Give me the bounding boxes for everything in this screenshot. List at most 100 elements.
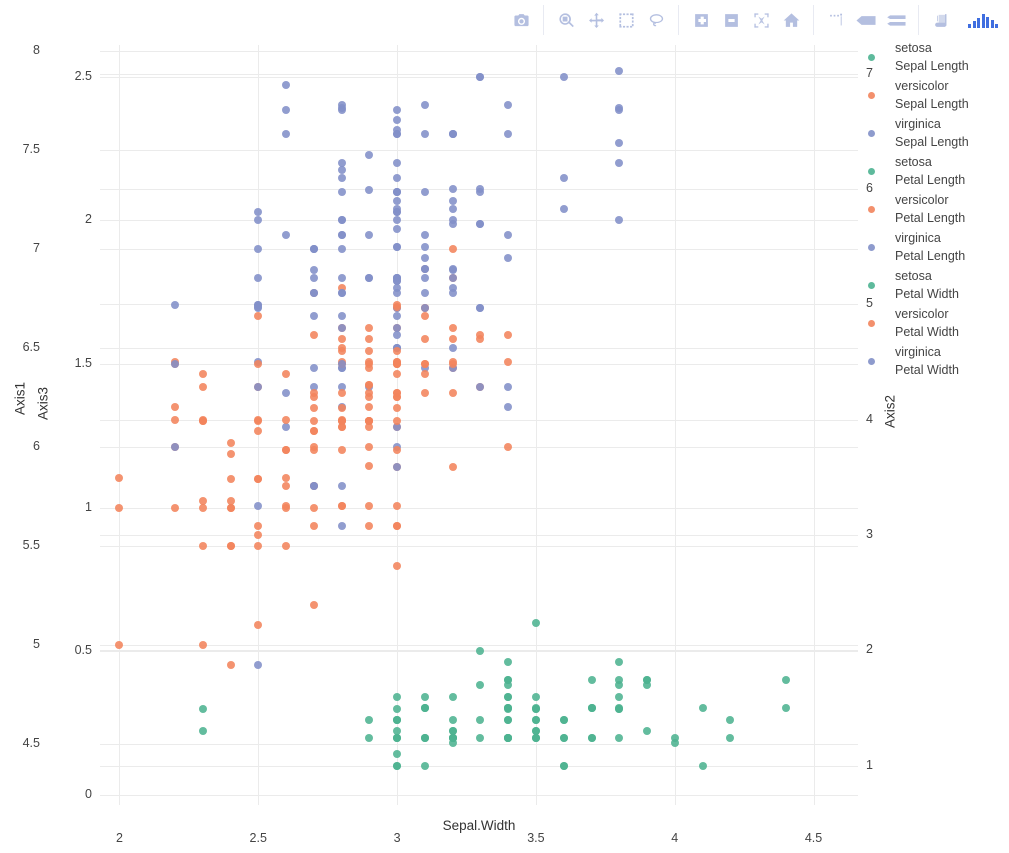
data-point[interactable] [393,446,402,455]
data-point[interactable] [615,66,624,75]
data-point[interactable] [393,130,402,139]
data-point[interactable] [171,442,179,451]
legend-item[interactable]: virginica Sepal Length [868,114,1008,152]
data-point[interactable] [420,254,429,263]
data-point[interactable] [337,521,346,530]
data-point[interactable] [420,101,429,110]
data-point[interactable] [337,417,346,426]
data-point[interactable] [670,733,679,742]
zoom-magnifier-icon[interactable] [551,5,581,35]
data-point[interactable] [393,289,402,297]
data-point[interactable] [282,482,290,491]
data-point[interactable] [282,446,290,455]
data-point[interactable] [393,242,402,251]
data-point[interactable] [420,312,429,320]
data-point[interactable] [448,185,457,194]
data-point[interactable] [309,446,318,455]
data-point[interactable] [420,388,429,397]
data-point[interactable] [643,727,651,736]
data-point[interactable] [615,692,624,701]
data-point[interactable] [226,541,235,550]
data-point[interactable] [282,231,290,240]
data-point[interactable] [337,482,346,491]
data-point[interactable] [393,225,402,234]
plot-canvas[interactable] [100,45,858,805]
data-point[interactable] [309,521,318,530]
data-point[interactable] [282,473,290,482]
data-point[interactable] [337,404,346,413]
data-point[interactable] [115,473,124,482]
data-point[interactable] [476,383,485,392]
data-point[interactable] [254,427,263,436]
data-point[interactable] [282,130,290,139]
data-point[interactable] [587,733,596,742]
data-point[interactable] [337,388,346,397]
data-point[interactable] [171,415,179,424]
data-point[interactable] [448,130,457,139]
data-point[interactable] [337,173,346,182]
data-point[interactable] [559,205,568,214]
data-point[interactable] [198,383,207,392]
legend-item[interactable]: setosa Sepal Length [868,38,1008,76]
data-point[interactable] [587,704,596,713]
data-point[interactable] [365,442,374,451]
data-point[interactable] [504,442,513,451]
data-point[interactable] [254,312,263,320]
data-point[interactable] [393,158,402,167]
data-point[interactable] [226,503,235,512]
data-point[interactable] [309,265,318,274]
data-point[interactable] [309,363,318,372]
data-point[interactable] [504,692,513,701]
data-point[interactable] [254,620,263,629]
data-point[interactable] [448,196,457,205]
data-point[interactable] [420,242,429,251]
plot-legend[interactable]: setosa Sepal Length versicolor Sepal Length… [868,38,1008,380]
data-point[interactable] [337,446,346,455]
data-point[interactable] [282,388,290,397]
data-point[interactable] [448,205,457,214]
data-point[interactable] [420,704,429,713]
data-point[interactable] [365,273,374,282]
data-point[interactable] [781,704,790,713]
logomark-book-icon[interactable] [926,5,956,35]
data-point[interactable] [254,216,263,225]
data-point[interactable] [420,187,429,196]
data-point[interactable] [393,704,402,713]
data-point[interactable] [337,323,346,332]
data-point[interactable] [198,727,207,736]
lasso-select-icon[interactable] [641,5,671,35]
data-point[interactable] [393,404,402,413]
data-point[interactable] [504,403,513,412]
data-point[interactable] [254,359,263,368]
pan-move-icon[interactable] [581,5,611,35]
data-point[interactable] [309,312,318,320]
data-point[interactable] [337,101,346,110]
data-point[interactable] [448,343,457,352]
data-point[interactable] [615,158,624,167]
data-point[interactable] [393,173,402,182]
data-point[interactable] [476,733,485,742]
data-point[interactable] [448,335,457,344]
data-point[interactable] [476,304,485,313]
legend-item[interactable]: virginica Petal Length [868,228,1008,266]
data-point[interactable] [504,704,513,713]
data-point[interactable] [337,165,346,174]
data-point[interactable] [254,245,263,253]
camera-icon[interactable] [506,5,536,35]
data-point[interactable] [226,438,235,447]
data-point[interactable] [476,219,485,228]
zoom-in-plus-icon[interactable] [686,5,716,35]
data-point[interactable] [198,541,207,550]
data-point[interactable] [226,660,235,669]
plotly-modebar[interactable] [499,2,1003,38]
data-point[interactable] [254,383,263,392]
data-point[interactable] [420,369,429,378]
legend-item[interactable]: versicolor Petal Width [868,304,1008,342]
data-point[interactable] [393,715,402,724]
data-point[interactable] [254,273,263,282]
data-point[interactable] [615,658,624,666]
data-point[interactable] [504,658,513,666]
data-point[interactable] [393,521,402,530]
data-point[interactable] [393,302,402,311]
data-point[interactable] [282,106,290,115]
